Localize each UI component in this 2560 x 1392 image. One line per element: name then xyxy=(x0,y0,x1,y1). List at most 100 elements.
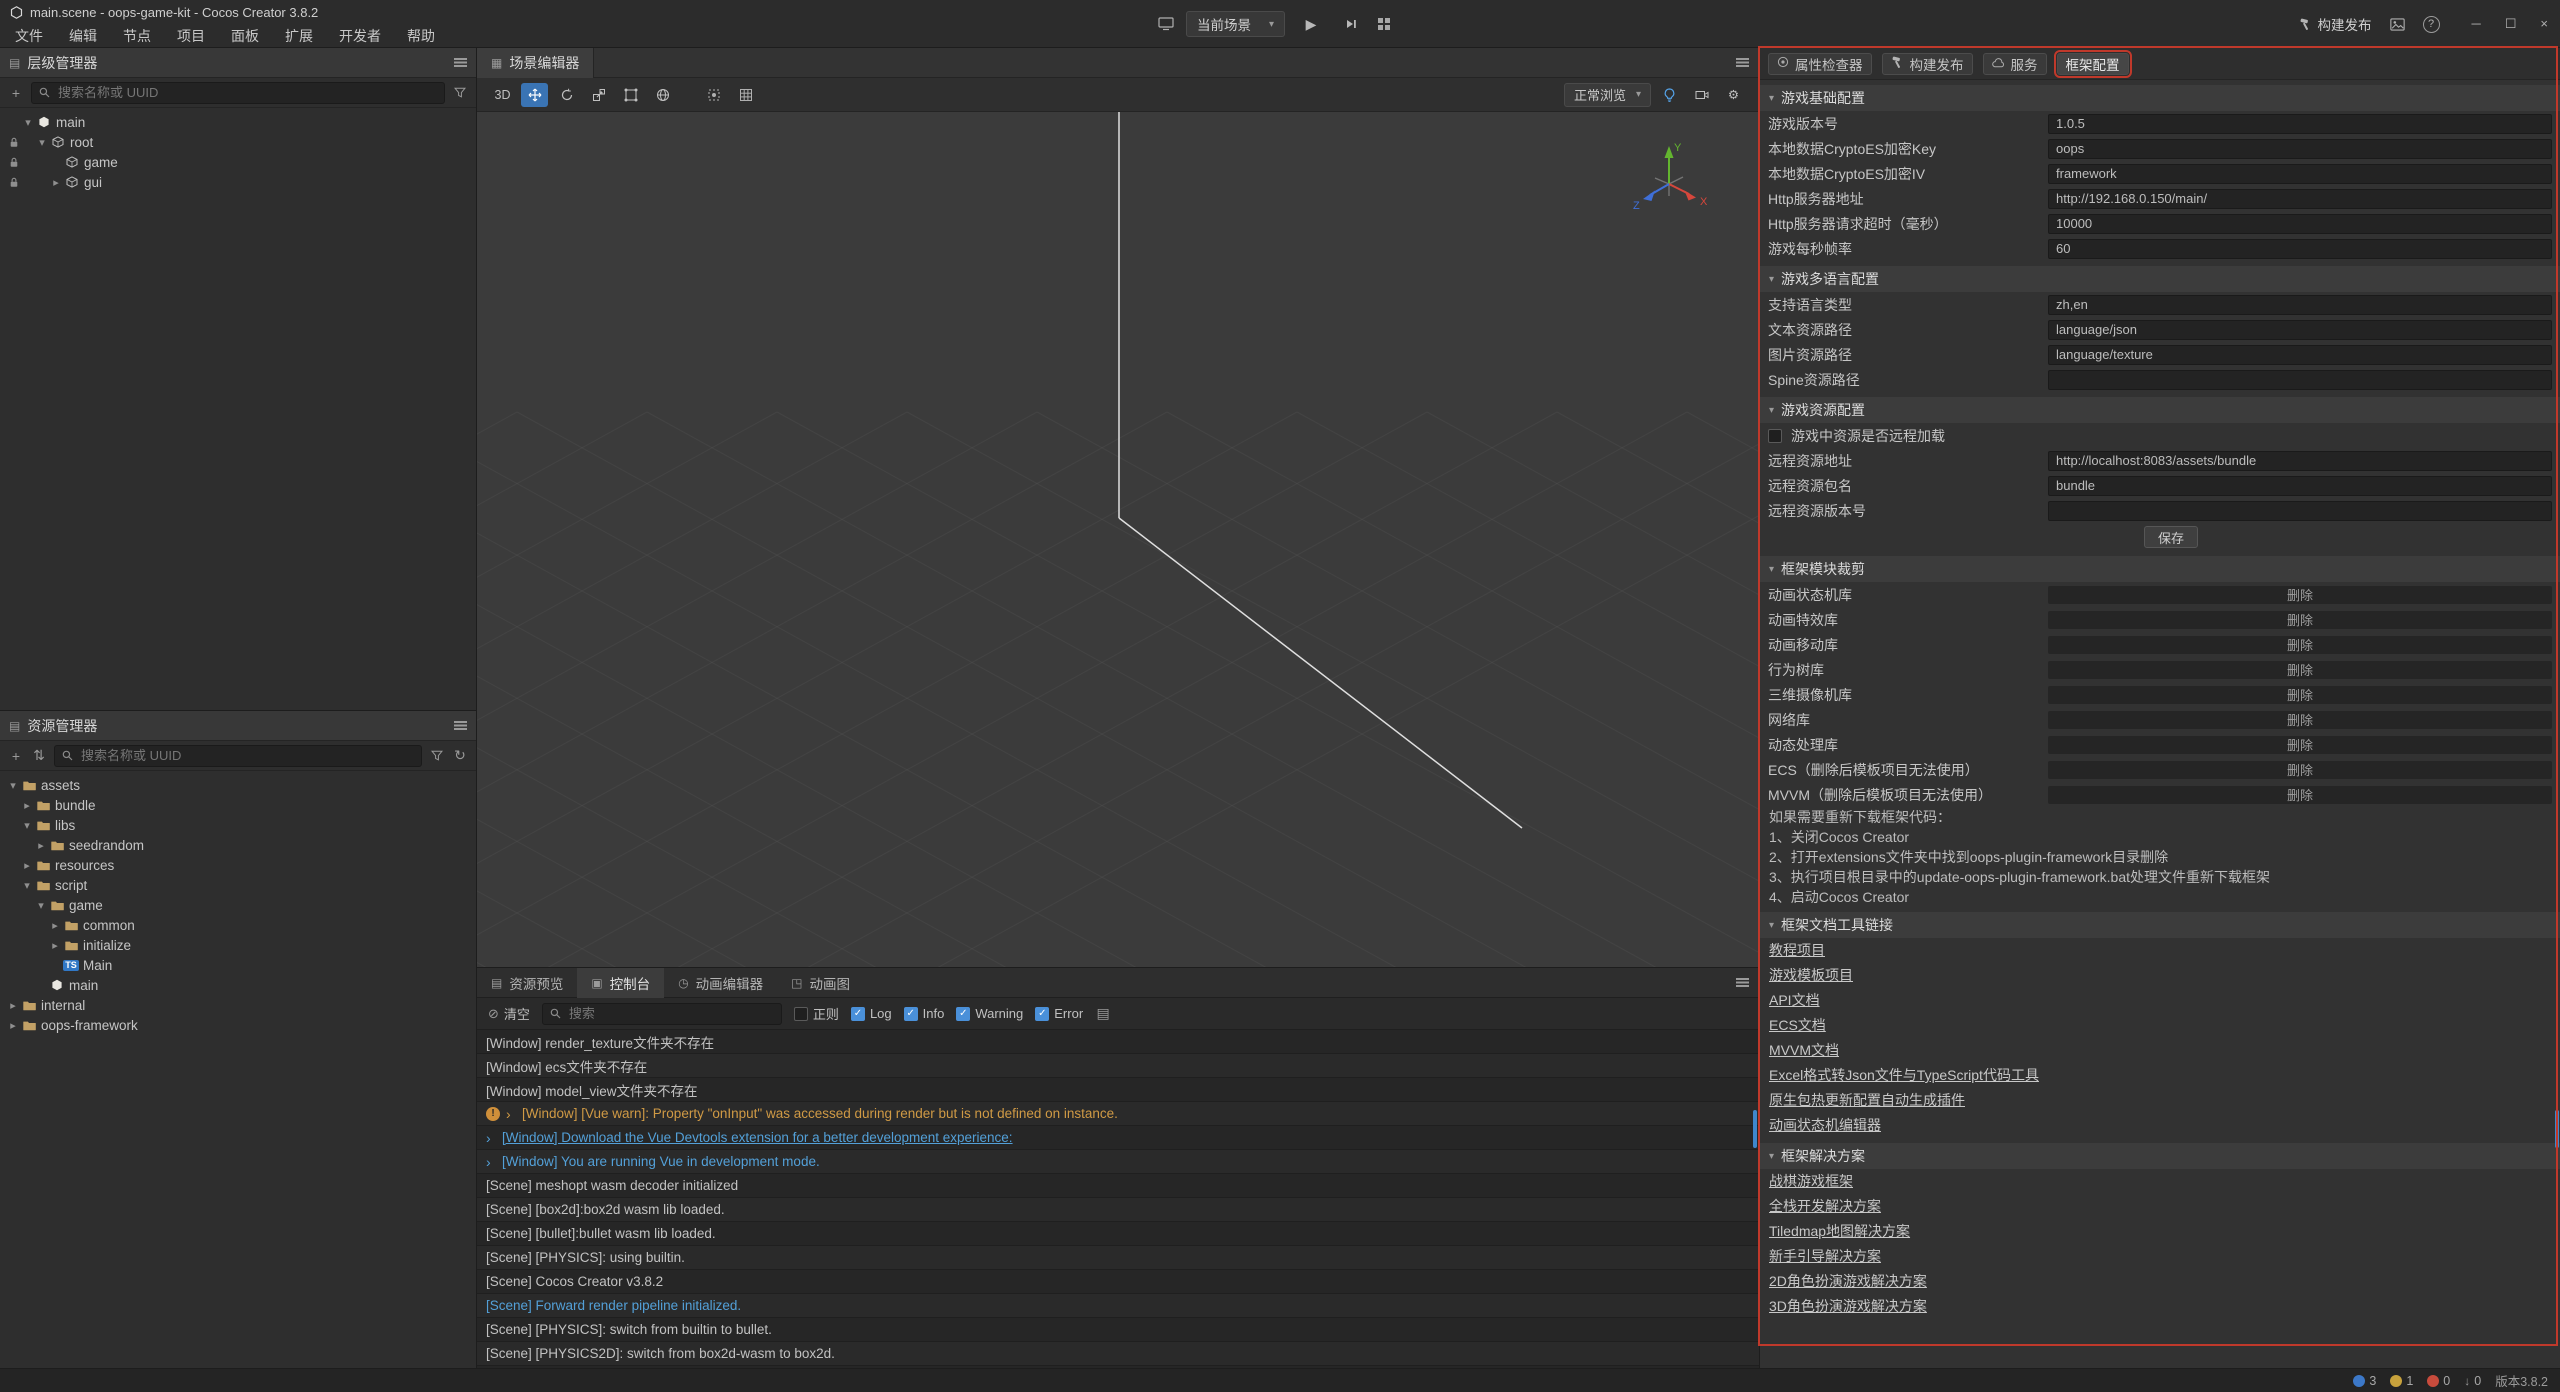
transform-space-button[interactable] xyxy=(649,83,676,107)
delete-button[interactable]: 删除 xyxy=(2287,610,2313,629)
lock-icon[interactable] xyxy=(6,137,21,148)
section-header[interactable]: ▾框架模块裁剪 xyxy=(1760,556,2560,582)
help-icon[interactable]: ? xyxy=(2423,16,2440,33)
collapse-logs-icon[interactable]: ▤ xyxy=(1095,1005,1111,1022)
sort-assets-icon[interactable]: ⇅ xyxy=(31,747,47,764)
clear-console-button[interactable]: ⊘ 清空 xyxy=(488,1004,530,1023)
scene-settings-button[interactable]: ⚙ xyxy=(1720,83,1747,107)
console-search-input[interactable] xyxy=(567,1005,774,1022)
checkbox-unchecked-icon[interactable] xyxy=(1768,429,1782,443)
panel-menu-icon[interactable] xyxy=(454,721,467,730)
config-input[interactable] xyxy=(2048,476,2552,496)
tree-node[interactable]: ▾assets xyxy=(0,775,476,795)
tree-node[interactable]: ▸initialize xyxy=(0,935,476,955)
filter-icon[interactable] xyxy=(429,750,445,761)
doc-link[interactable]: 教程项目 xyxy=(1769,938,1825,963)
refresh-icon[interactable]: ↻ xyxy=(452,747,468,764)
play-button[interactable]: ▶ xyxy=(1297,11,1325,37)
tree-node[interactable]: ▾root xyxy=(0,132,476,152)
layout-grid-icon[interactable] xyxy=(1377,17,1391,31)
tree-arrow-icon[interactable]: ▸ xyxy=(6,999,20,1012)
log-row[interactable]: [Scene] [PHYSICS]: switch from builtin t… xyxy=(477,1318,1759,1342)
doc-link[interactable]: 战棋游戏框架 xyxy=(1769,1169,1853,1194)
camera-preview-button[interactable] xyxy=(1688,83,1715,107)
log-row[interactable]: [Scene] Cocos Creator v3.8.2 xyxy=(477,1270,1759,1294)
expand-arrow-icon[interactable]: › xyxy=(486,1130,496,1146)
rect-tool-button[interactable] xyxy=(617,83,644,107)
scene-select-dropdown[interactable]: 当前场景 ▾ xyxy=(1186,11,1285,37)
log-row[interactable]: [Scene] [bullet]:bullet wasm lib loaded. xyxy=(477,1222,1759,1246)
tree-node[interactable]: ▸gui xyxy=(0,172,476,192)
tree-arrow-icon[interactable]: ▾ xyxy=(34,899,48,912)
config-input[interactable] xyxy=(2048,139,2552,159)
search-input[interactable] xyxy=(56,84,437,101)
config-input[interactable] xyxy=(2048,451,2552,471)
menu-item[interactable]: 扩展 xyxy=(272,26,326,46)
console-tab[interactable]: ◷动画编辑器 xyxy=(664,968,777,998)
hierarchy-search[interactable] xyxy=(31,82,445,104)
tree-arrow-icon[interactable]: ▸ xyxy=(6,1019,20,1032)
preview-device-icon[interactable] xyxy=(1158,17,1174,31)
scene-viewport[interactable]: X Y Z xyxy=(477,112,1759,967)
light-toggle-button[interactable] xyxy=(1656,83,1683,107)
delete-button[interactable]: 删除 xyxy=(2287,585,2313,604)
tree-arrow-icon[interactable]: ▾ xyxy=(35,136,49,149)
section-header[interactable]: ▾游戏资源配置 xyxy=(1760,397,2560,423)
doc-link[interactable]: MVVM文档 xyxy=(1769,1038,1839,1063)
assets-search[interactable] xyxy=(54,745,422,767)
tree-node[interactable]: main xyxy=(0,975,476,995)
delete-button[interactable]: 删除 xyxy=(2287,710,2313,729)
step-button[interactable] xyxy=(1337,11,1365,37)
config-input[interactable] xyxy=(2048,114,2552,134)
tree-node[interactable]: ▸oops-framework xyxy=(0,1015,476,1035)
log-row[interactable]: !›[Window] [Vue warn]: Property "onInput… xyxy=(477,1102,1759,1126)
config-input[interactable] xyxy=(2048,164,2552,184)
image-preview-icon[interactable] xyxy=(2390,18,2405,31)
delete-button[interactable]: 删除 xyxy=(2287,760,2313,779)
console-search[interactable] xyxy=(542,1003,782,1025)
rotate-tool-button[interactable] xyxy=(553,83,580,107)
view-mode-dropdown[interactable]: 正常浏览 ▾ xyxy=(1564,83,1651,107)
tree-arrow-icon[interactable]: ▸ xyxy=(49,176,63,189)
move-tool-button[interactable] xyxy=(521,83,548,107)
tree-arrow-icon[interactable]: ▾ xyxy=(6,779,20,792)
config-input[interactable] xyxy=(2048,370,2552,390)
tree-arrow-icon[interactable]: ▾ xyxy=(20,819,34,832)
tree-node[interactable]: ▾libs xyxy=(0,815,476,835)
regex-toggle[interactable]: 正则 xyxy=(794,1004,839,1023)
doc-link[interactable]: 全栈开发解决方案 xyxy=(1769,1194,1881,1219)
doc-link[interactable]: Tiledmap地图解决方案 xyxy=(1769,1219,1910,1244)
scale-tool-button[interactable] xyxy=(585,83,612,107)
menu-item[interactable]: 项目 xyxy=(164,26,218,46)
log-row[interactable]: [Window] model_view文件夹不存在 xyxy=(477,1078,1759,1102)
log-row[interactable]: ›[Window] You are running Vue in develop… xyxy=(477,1150,1759,1174)
panel-menu-icon[interactable] xyxy=(1736,978,1749,987)
filter-warning[interactable]: ✓Warning xyxy=(956,1006,1023,1021)
search-input[interactable] xyxy=(79,747,414,764)
status-warning-count[interactable]: 1 xyxy=(2390,1374,2413,1388)
log-row[interactable]: [Window] render_texture文件夹不存在 xyxy=(477,1030,1759,1054)
lock-icon[interactable] xyxy=(6,177,21,188)
config-input[interactable] xyxy=(2048,239,2552,259)
delete-button[interactable]: 删除 xyxy=(2287,685,2313,704)
console-tab[interactable]: ▤资源预览 xyxy=(477,968,577,998)
doc-link[interactable]: 3D角色扮演游戏解决方案 xyxy=(1769,1294,1927,1319)
tree-node[interactable]: ▸resources xyxy=(0,855,476,875)
log-row[interactable]: [Scene] Forward render pipeline initiali… xyxy=(477,1294,1759,1318)
build-publish-button[interactable]: 构建发布 xyxy=(2299,14,2372,34)
menu-item[interactable]: 帮助 xyxy=(394,26,448,46)
log-row[interactable]: [Scene] [box2d]:box2d wasm lib loaded. xyxy=(477,1198,1759,1222)
inspector-tab[interactable]: 服务 xyxy=(1983,53,2047,75)
doc-link[interactable]: ECS文档 xyxy=(1769,1013,1826,1038)
config-input[interactable] xyxy=(2048,189,2552,209)
tree-node[interactable]: TSMain xyxy=(0,955,476,975)
doc-link[interactable]: 新手引导解决方案 xyxy=(1769,1244,1881,1269)
config-input[interactable] xyxy=(2048,295,2552,315)
add-asset-button[interactable]: + xyxy=(8,748,24,764)
delete-button[interactable]: 删除 xyxy=(2287,735,2313,754)
panel-menu-icon[interactable] xyxy=(454,58,467,67)
doc-link[interactable]: 2D角色扮演游戏解决方案 xyxy=(1769,1269,1927,1294)
delete-button[interactable]: 删除 xyxy=(2287,635,2313,654)
grid-toggle-button[interactable] xyxy=(732,83,759,107)
menu-item[interactable]: 面板 xyxy=(218,26,272,46)
